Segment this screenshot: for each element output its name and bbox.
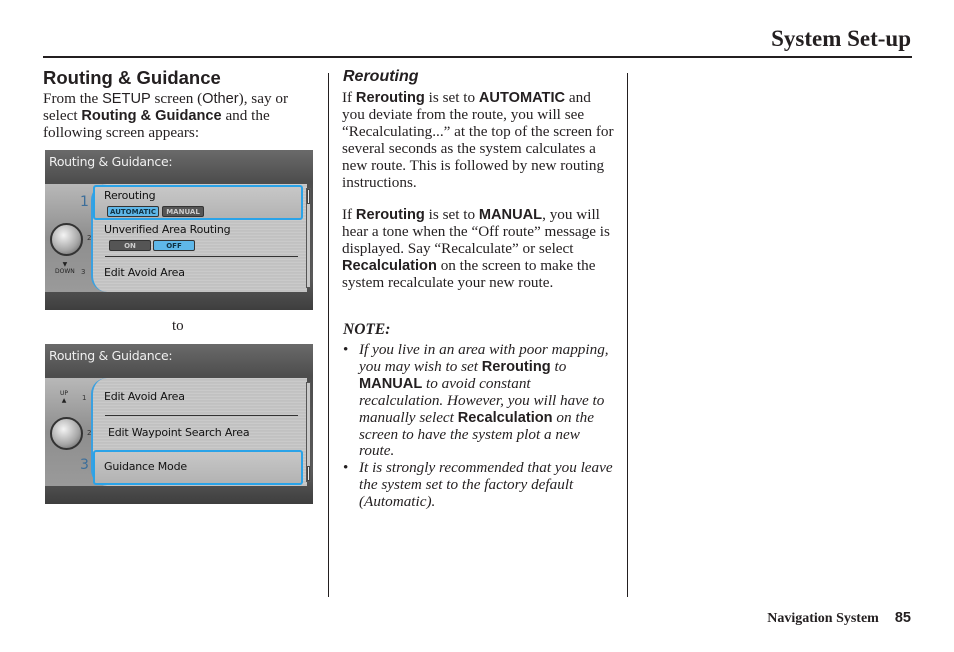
section-title: Routing & Guidance (43, 67, 221, 88)
item-number: 1 (80, 194, 89, 210)
manual-paragraph: If Rerouting is set to MANUAL, you will … (342, 206, 610, 291)
menu-item-unverified-area-routing[interactable]: Unverified Area Routing (104, 223, 231, 236)
item-number: 3 (80, 457, 89, 473)
intro-paragraph: From the SETUP screen (Other), say or se… (43, 90, 289, 141)
menu-item-label: Rerouting (104, 189, 156, 202)
nav-screen-2: Routing & Guidance: UP ▲ 1 2 3 Edit Avoid… (45, 344, 313, 504)
page-number: 85 (894, 610, 911, 626)
screen-title: Routing & Guidance: (49, 154, 173, 169)
item-number: 3 (81, 268, 86, 276)
option-on[interactable]: ON (109, 240, 151, 251)
up-arrow-icon: UP ▲ (60, 390, 69, 404)
note-item: • It is strongly recommended that you lea… (343, 459, 613, 511)
item-number: 2 (87, 429, 92, 437)
page-footer: Navigation System 85 (767, 610, 911, 627)
automatic-paragraph: If Rerouting is set to AUTOMATIC and you… (342, 89, 614, 191)
to-label: to (172, 318, 184, 334)
menu-divider (105, 256, 298, 257)
scrollbar[interactable] (306, 188, 311, 288)
header-rule (43, 56, 912, 58)
footer-section: Navigation System (767, 611, 879, 626)
screen-title: Routing & Guidance: (49, 348, 173, 363)
nav-screen-1: Routing & Guidance: 1 2 3 ▼ DOWN Reroutin… (45, 150, 313, 310)
option-manual[interactable]: MANUAL (162, 206, 204, 217)
option-off[interactable]: OFF (153, 240, 195, 251)
option-automatic[interactable]: AUTOMATIC (107, 206, 159, 217)
note-item: • If you live in an area with poor mappin… (343, 341, 609, 460)
item-number: 2 (87, 234, 92, 242)
scrollbar-thumb[interactable] (307, 466, 310, 481)
menu-item-edit-avoid-area[interactable]: Edit Avoid Area (104, 390, 185, 403)
menu-item-edit-waypoint-search-area[interactable]: Edit Waypoint Search Area (108, 426, 250, 439)
down-arrow-icon: ▼ DOWN (55, 261, 75, 275)
interface-dial-icon (50, 223, 83, 256)
menu-item-label: Guidance Mode (104, 460, 187, 473)
scrollbar[interactable] (306, 382, 311, 482)
page-header-title: System Set-up (771, 26, 911, 51)
column-divider (328, 73, 329, 597)
item-number: 1 (82, 394, 87, 402)
note-list: • If you live in an area with poor mappin… (343, 341, 615, 511)
scrollbar-thumb[interactable] (307, 189, 310, 204)
note-title: NOTE: (343, 321, 391, 338)
menu-divider (105, 415, 298, 416)
subsection-title: Rerouting (343, 68, 419, 85)
interface-dial-icon (50, 417, 83, 450)
column-divider (627, 73, 628, 597)
menu-item-edit-avoid-area[interactable]: Edit Avoid Area (104, 266, 185, 279)
